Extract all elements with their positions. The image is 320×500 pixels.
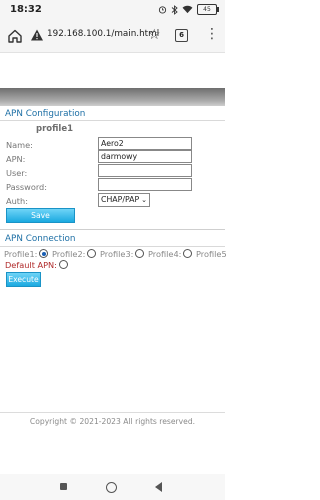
section-divider bbox=[0, 246, 225, 247]
profile5-option[interactable]: Profile5 bbox=[196, 249, 227, 259]
home-button-icon[interactable] bbox=[106, 482, 117, 493]
bluetooth-icon bbox=[171, 4, 178, 15]
auth-select-value: CHAP/PAP bbox=[101, 195, 140, 204]
address-bar-url[interactable]: 192.168.100.1/main.html bbox=[47, 29, 159, 39]
user-label: User: bbox=[6, 168, 28, 178]
default-apn-radio[interactable] bbox=[58, 260, 68, 269]
auth-select[interactable]: CHAP/PAP ⌄ bbox=[98, 193, 150, 207]
profile1-radio[interactable] bbox=[39, 249, 49, 258]
footer-divider bbox=[0, 412, 225, 413]
name-input[interactable] bbox=[98, 137, 192, 150]
profile4-option[interactable]: Profile4: bbox=[148, 249, 193, 259]
password-label: Password: bbox=[6, 182, 48, 192]
name-label: Name: bbox=[6, 140, 33, 150]
profile5-label: Profile5 bbox=[196, 249, 227, 259]
apn-configuration-title: APN Configuration bbox=[5, 109, 86, 119]
section-divider bbox=[0, 120, 225, 121]
profile-title: profile1 bbox=[36, 124, 74, 134]
profile3-option[interactable]: Profile3: bbox=[100, 249, 145, 259]
profile1-label: Profile1: bbox=[4, 249, 38, 259]
apn-input[interactable] bbox=[98, 150, 192, 163]
profile2-label: Profile2: bbox=[52, 249, 86, 259]
profile2-radio[interactable] bbox=[87, 249, 97, 258]
execute-button[interactable]: Execute bbox=[6, 272, 41, 287]
battery-icon: 45 bbox=[197, 4, 219, 15]
auth-label: Auth: bbox=[6, 196, 28, 206]
apn-label: APN: bbox=[6, 154, 26, 164]
tabs-icon[interactable]: 6 bbox=[175, 29, 188, 42]
save-configuration-button[interactable]: Save Configuration bbox=[6, 208, 75, 233]
profile3-label: Profile3: bbox=[100, 249, 134, 259]
warning-icon[interactable] bbox=[30, 28, 44, 42]
recents-icon[interactable] bbox=[60, 483, 67, 490]
back-icon[interactable] bbox=[155, 482, 162, 492]
user-input[interactable] bbox=[98, 164, 192, 177]
home-icon[interactable] bbox=[6, 27, 24, 45]
section-divider bbox=[0, 229, 225, 230]
status-bar: 18:32 45 bbox=[0, 0, 225, 20]
profile2-option[interactable]: Profile2: bbox=[52, 249, 97, 259]
profile4-radio[interactable] bbox=[183, 249, 193, 258]
alarm-icon bbox=[158, 6, 167, 14]
page-header-band bbox=[0, 88, 225, 106]
apn-connection-title: APN Connection bbox=[5, 234, 76, 244]
profile4-label: Profile4: bbox=[148, 249, 182, 259]
default-apn-option[interactable]: Default APN: bbox=[5, 260, 68, 270]
wifi-icon bbox=[182, 5, 193, 14]
password-input[interactable] bbox=[98, 178, 192, 191]
copyright-text: Copyright © 2021-2023 All rights reserve… bbox=[29, 417, 196, 426]
system-nav-bar bbox=[0, 474, 225, 500]
status-icons: 45 bbox=[158, 4, 219, 15]
chevron-down-icon: ⌄ bbox=[141, 196, 147, 204]
browser-toolbar: 192.168.100.1/main.html ☆ 6 ⋮ bbox=[0, 20, 225, 53]
star-icon[interactable]: ☆ bbox=[148, 27, 161, 43]
profile1-option[interactable]: Profile1: bbox=[4, 249, 49, 259]
more-icon[interactable]: ⋮ bbox=[205, 26, 219, 42]
profile3-radio[interactable] bbox=[135, 249, 145, 258]
status-time: 18:32 bbox=[10, 4, 42, 15]
default-apn-label: Default APN: bbox=[5, 260, 57, 270]
